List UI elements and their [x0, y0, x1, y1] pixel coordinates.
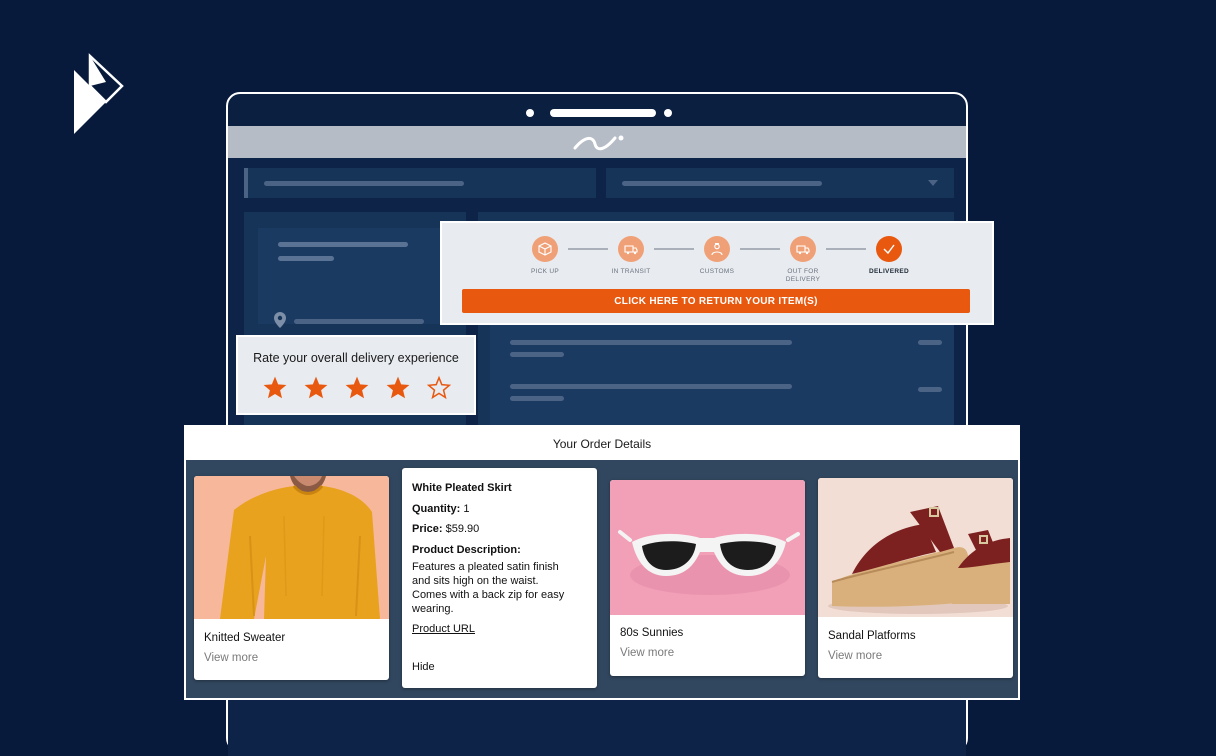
search-placeholder-box[interactable] — [244, 168, 596, 198]
star-filled-icon[interactable] — [303, 375, 329, 401]
location-pin-icon — [274, 312, 286, 328]
order-details-panel: Your Order Details Knitted Sweater View … — [184, 425, 1020, 700]
tracking-step-in-transit: IN TRANSIT — [586, 236, 676, 276]
checkmark-icon — [876, 236, 902, 262]
star-rating[interactable] — [258, 375, 458, 401]
step-label: PICK UP — [530, 268, 560, 275]
chevron-down-icon — [928, 180, 938, 186]
step-label: DELIVERED — [869, 268, 909, 275]
package-icon — [532, 236, 558, 262]
order-details-title: Your Order Details — [186, 427, 1018, 460]
description-line: wearing. — [412, 603, 454, 615]
product-name: Sandal Platforms — [828, 630, 916, 642]
description-line: Features a pleated satin finish — [412, 561, 559, 573]
product-name: White Pleated Skirt — [412, 482, 512, 494]
tracking-step-out-for-delivery: OUT FOR DELIVERY — [758, 236, 848, 284]
rating-title: Rate your overall delivery experience — [253, 351, 459, 365]
step-label: CUSTOMS — [699, 268, 735, 275]
sandals-image — [818, 478, 1013, 617]
tracking-step-customs: CUSTOMS — [672, 236, 762, 276]
delivery-truck-icon — [790, 236, 816, 262]
speaker-bar — [550, 109, 656, 117]
star-filled-icon[interactable] — [385, 375, 411, 401]
brand-logo-icon — [74, 53, 124, 134]
product-card-white-pleated-skirt[interactable]: White Pleated Skirt Quantity: 1 Price: $… — [402, 468, 597, 688]
knitted-sweater-image — [194, 476, 389, 619]
tracking-step-pickup: PICK UP — [500, 236, 590, 276]
product-name: 80s Sunnies — [620, 627, 684, 639]
star-filled-icon[interactable] — [262, 375, 288, 401]
product-url-link[interactable]: Product URL — [412, 622, 475, 636]
description-label: Product Description: — [412, 544, 521, 556]
product-card-knitted-sweater[interactable]: Knitted Sweater View more — [194, 476, 389, 680]
view-more-link[interactable]: View more — [828, 650, 882, 662]
step-label: IN TRANSIT — [611, 268, 651, 275]
quantity-row: Quantity: 1 — [412, 503, 470, 515]
screen-header-bar — [228, 126, 966, 158]
description-line: and sits high on the waist. — [412, 575, 539, 587]
hide-link[interactable]: Hide — [412, 660, 435, 674]
sensor-dot — [664, 109, 672, 117]
price-row: Price: $59.90 — [412, 523, 480, 535]
dropdown-placeholder-box[interactable] — [606, 168, 954, 198]
view-more-link[interactable]: View more — [620, 647, 674, 659]
sunglasses-image — [610, 480, 805, 615]
product-card-sandal-platforms[interactable]: Sandal Platforms View more — [818, 478, 1013, 678]
customs-officer-icon — [704, 236, 730, 262]
view-more-link[interactable]: View more — [204, 652, 258, 664]
camera-dot — [526, 109, 534, 117]
wave-logo-icon — [573, 135, 624, 151]
description-line: Comes with a back zip for easy — [412, 589, 565, 601]
step-label: OUT FOR DELIVERY — [785, 268, 821, 283]
truck-icon — [618, 236, 644, 262]
product-card-80s-sunnies[interactable]: 80s Sunnies View more — [610, 480, 805, 676]
delivery-rating-card: Rate your overall delivery experience — [236, 335, 476, 415]
shipment-tracking-card: PICK UP IN TRANSIT CUSTOMS OUT FOR DELIV… — [440, 221, 994, 325]
tracking-step-delivered: DELIVERED — [844, 236, 934, 276]
star-filled-icon[interactable] — [344, 375, 370, 401]
star-empty-icon[interactable] — [426, 375, 452, 401]
return-items-button[interactable]: CLICK HERE TO RETURN YOUR ITEM(S) — [462, 289, 970, 313]
product-name: Knitted Sweater — [204, 632, 286, 644]
